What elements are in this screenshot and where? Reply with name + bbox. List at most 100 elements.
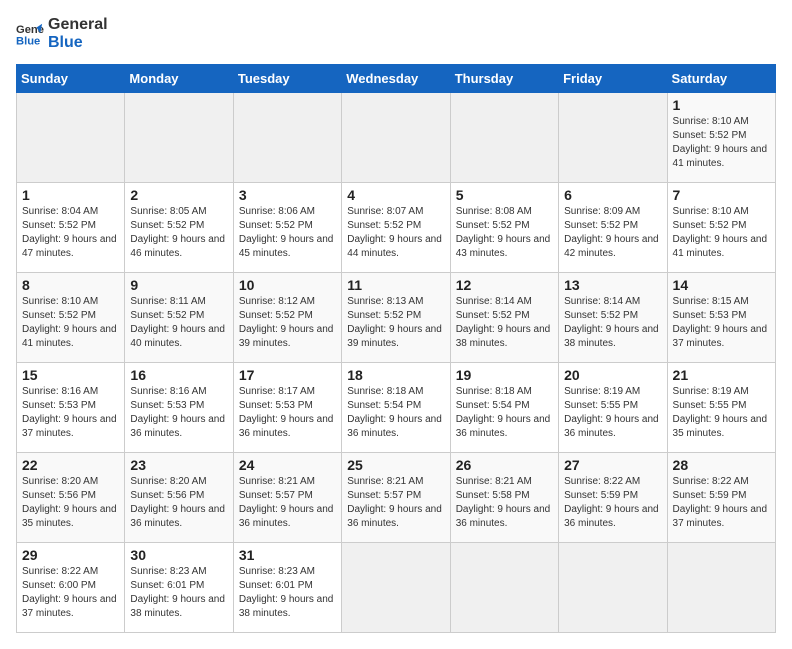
day-info: Sunrise: 8:10 AMSunset: 5:52 PMDaylight:…	[673, 115, 770, 171]
calendar-cell: 24 Sunrise: 8:21 AMSunset: 5:57 PMDayligh…	[233, 453, 341, 543]
calendar-cell	[342, 543, 450, 633]
logo-icon: General Blue	[16, 20, 44, 48]
day-info: Sunrise: 8:04 AMSunset: 5:52 PMDaylight:…	[22, 205, 119, 261]
day-info: Sunrise: 8:21 AMSunset: 5:57 PMDaylight:…	[347, 475, 444, 531]
day-number: 23	[130, 457, 227, 473]
calendar-cell	[125, 93, 233, 183]
day-info: Sunrise: 8:16 AMSunset: 5:53 PMDaylight:…	[22, 385, 119, 441]
day-info: Sunrise: 8:21 AMSunset: 5:57 PMDaylight:…	[239, 475, 336, 531]
col-header-friday: Friday	[559, 65, 667, 93]
day-info: Sunrise: 8:22 AMSunset: 5:59 PMDaylight:…	[673, 475, 770, 531]
calendar-cell: 13 Sunrise: 8:14 AMSunset: 5:52 PMDayligh…	[559, 273, 667, 363]
col-header-thursday: Thursday	[450, 65, 558, 93]
day-number: 13	[564, 277, 661, 293]
day-info: Sunrise: 8:11 AMSunset: 5:52 PMDaylight:…	[130, 295, 227, 351]
logo-line1: General	[48, 16, 108, 34]
day-info: Sunrise: 8:22 AMSunset: 6:00 PMDaylight:…	[22, 565, 119, 621]
day-number: 20	[564, 367, 661, 383]
day-info: Sunrise: 8:09 AMSunset: 5:52 PMDaylight:…	[564, 205, 661, 261]
day-info: Sunrise: 8:06 AMSunset: 5:52 PMDaylight:…	[239, 205, 336, 261]
calendar-cell: 10 Sunrise: 8:12 AMSunset: 5:52 PMDayligh…	[233, 273, 341, 363]
day-number: 4	[347, 187, 444, 203]
calendar-cell	[17, 93, 125, 183]
day-info: Sunrise: 8:23 AMSunset: 6:01 PMDaylight:…	[130, 565, 227, 621]
calendar-cell	[233, 93, 341, 183]
day-number: 14	[673, 277, 770, 293]
calendar-cell: 28 Sunrise: 8:22 AMSunset: 5:59 PMDayligh…	[667, 453, 775, 543]
calendar-cell: 1 Sunrise: 8:04 AMSunset: 5:52 PMDaylight…	[17, 183, 125, 273]
calendar-table: SundayMondayTuesdayWednesdayThursdayFrid…	[16, 64, 776, 633]
day-number: 1	[673, 97, 770, 113]
day-number: 22	[22, 457, 119, 473]
day-info: Sunrise: 8:14 AMSunset: 5:52 PMDaylight:…	[456, 295, 553, 351]
calendar-cell	[450, 543, 558, 633]
calendar-cell: 3 Sunrise: 8:06 AMSunset: 5:52 PMDaylight…	[233, 183, 341, 273]
day-info: Sunrise: 8:17 AMSunset: 5:53 PMDaylight:…	[239, 385, 336, 441]
day-number: 7	[673, 187, 770, 203]
day-number: 26	[456, 457, 553, 473]
day-number: 19	[456, 367, 553, 383]
day-number: 5	[456, 187, 553, 203]
calendar-cell: 2 Sunrise: 8:05 AMSunset: 5:52 PMDaylight…	[125, 183, 233, 273]
col-header-tuesday: Tuesday	[233, 65, 341, 93]
day-number: 3	[239, 187, 336, 203]
day-info: Sunrise: 8:12 AMSunset: 5:52 PMDaylight:…	[239, 295, 336, 351]
logo: General Blue General Blue	[16, 16, 108, 52]
day-info: Sunrise: 8:20 AMSunset: 5:56 PMDaylight:…	[22, 475, 119, 531]
calendar-cell: 29Sunrise: 8:22 AMSunset: 6:00 PMDayligh…	[17, 543, 125, 633]
day-info: Sunrise: 8:13 AMSunset: 5:52 PMDaylight:…	[347, 295, 444, 351]
calendar-cell: 30Sunrise: 8:23 AMSunset: 6:01 PMDayligh…	[125, 543, 233, 633]
day-info: Sunrise: 8:08 AMSunset: 5:52 PMDaylight:…	[456, 205, 553, 261]
calendar-cell: 25 Sunrise: 8:21 AMSunset: 5:57 PMDayligh…	[342, 453, 450, 543]
calendar-cell: 22 Sunrise: 8:20 AMSunset: 5:56 PMDayligh…	[17, 453, 125, 543]
day-info: Sunrise: 8:20 AMSunset: 5:56 PMDaylight:…	[130, 475, 227, 531]
day-info: Sunrise: 8:10 AMSunset: 5:52 PMDaylight:…	[22, 295, 119, 351]
calendar-cell: 31 Sunrise: 8:23 AMSunset: 6:01 PMDayligh…	[233, 543, 341, 633]
day-info: Sunrise: 8:21 AMSunset: 5:58 PMDaylight:…	[456, 475, 553, 531]
day-number: 16	[130, 367, 227, 383]
calendar-cell: 6Sunrise: 8:09 AMSunset: 5:52 PMDaylight…	[559, 183, 667, 273]
calendar-cell: 17Sunrise: 8:17 AMSunset: 5:53 PMDayligh…	[233, 363, 341, 453]
calendar-cell	[559, 93, 667, 183]
calendar-cell: 8Sunrise: 8:10 AMSunset: 5:52 PMDaylight…	[17, 273, 125, 363]
calendar-cell	[342, 93, 450, 183]
calendar-cell: 15 Sunrise: 8:16 AMSunset: 5:53 PMDayligh…	[17, 363, 125, 453]
calendar-cell: 14 Sunrise: 8:15 AMSunset: 5:53 PMDayligh…	[667, 273, 775, 363]
day-number: 12	[456, 277, 553, 293]
day-info: Sunrise: 8:05 AMSunset: 5:52 PMDaylight:…	[130, 205, 227, 261]
day-number: 31	[239, 547, 336, 563]
day-number: 15	[22, 367, 119, 383]
day-number: 28	[673, 457, 770, 473]
calendar-cell: 27 Sunrise: 8:22 AMSunset: 5:59 PMDayligh…	[559, 453, 667, 543]
day-info: Sunrise: 8:22 AMSunset: 5:59 PMDaylight:…	[564, 475, 661, 531]
logo-line2: Blue	[48, 34, 108, 52]
day-info: Sunrise: 8:18 AMSunset: 5:54 PMDaylight:…	[347, 385, 444, 441]
col-header-saturday: Saturday	[667, 65, 775, 93]
col-header-wednesday: Wednesday	[342, 65, 450, 93]
calendar-cell: 23 Sunrise: 8:20 AMSunset: 5:56 PMDayligh…	[125, 453, 233, 543]
day-number: 27	[564, 457, 661, 473]
day-number: 1	[22, 187, 119, 203]
header: General Blue General Blue	[16, 16, 776, 52]
day-number: 18	[347, 367, 444, 383]
day-info: Sunrise: 8:18 AMSunset: 5:54 PMDaylight:…	[456, 385, 553, 441]
day-number: 24	[239, 457, 336, 473]
day-info: Sunrise: 8:14 AMSunset: 5:52 PMDaylight:…	[564, 295, 661, 351]
calendar-cell	[667, 543, 775, 633]
day-number: 10	[239, 277, 336, 293]
calendar-cell: 19 Sunrise: 8:18 AMSunset: 5:54 PMDayligh…	[450, 363, 558, 453]
day-info: Sunrise: 8:23 AMSunset: 6:01 PMDaylight:…	[239, 565, 336, 621]
calendar-cell: 12 Sunrise: 8:14 AMSunset: 5:52 PMDayligh…	[450, 273, 558, 363]
calendar-cell: 16 Sunrise: 8:16 AMSunset: 5:53 PMDayligh…	[125, 363, 233, 453]
day-number: 2	[130, 187, 227, 203]
day-info: Sunrise: 8:16 AMSunset: 5:53 PMDaylight:…	[130, 385, 227, 441]
calendar-cell: 9Sunrise: 8:11 AMSunset: 5:52 PMDaylight…	[125, 273, 233, 363]
calendar-cell	[450, 93, 558, 183]
day-info: Sunrise: 8:15 AMSunset: 5:53 PMDaylight:…	[673, 295, 770, 351]
col-header-monday: Monday	[125, 65, 233, 93]
calendar-cell: 18 Sunrise: 8:18 AMSunset: 5:54 PMDayligh…	[342, 363, 450, 453]
day-number: 25	[347, 457, 444, 473]
calendar-cell: 20Sunrise: 8:19 AMSunset: 5:55 PMDayligh…	[559, 363, 667, 453]
day-info: Sunrise: 8:07 AMSunset: 5:52 PMDaylight:…	[347, 205, 444, 261]
calendar-cell: 4 Sunrise: 8:07 AMSunset: 5:52 PMDaylight…	[342, 183, 450, 273]
